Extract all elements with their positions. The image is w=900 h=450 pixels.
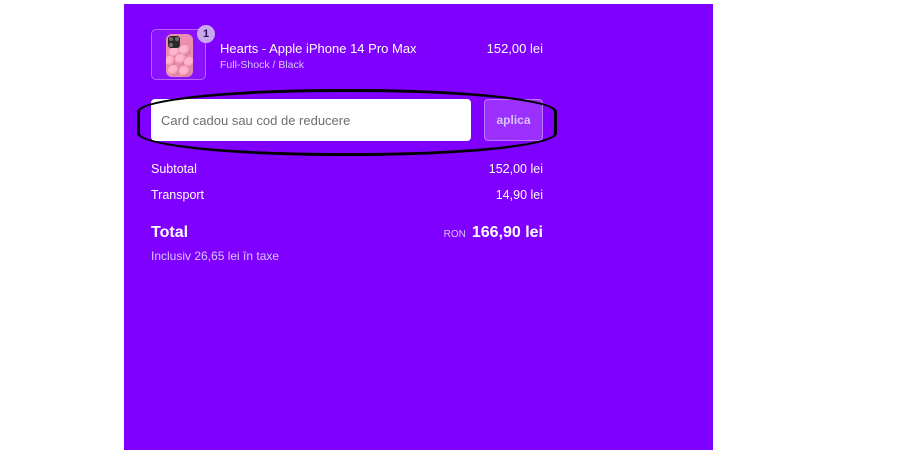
phone-case-hearts-icon bbox=[166, 34, 193, 77]
subtotal-label: Subtotal bbox=[151, 162, 197, 176]
total-currency: RON bbox=[443, 229, 466, 240]
total-amount: RON 166,90 lei bbox=[444, 224, 543, 242]
subtotal-row: Subtotal 152,00 lei bbox=[151, 162, 543, 180]
product-variant: Full-Shock / Black bbox=[220, 59, 305, 71]
apply-discount-button[interactable]: aplica bbox=[484, 99, 543, 141]
total-value: 166,90 lei bbox=[471, 224, 543, 241]
taxes-note: Inclusiv 26,65 lei în taxe bbox=[151, 249, 280, 263]
discount-code-input[interactable] bbox=[151, 99, 471, 141]
camera-icon bbox=[168, 36, 180, 48]
shipping-row: Transport 14,90 lei bbox=[151, 188, 543, 206]
shipping-value: 14,90 lei bbox=[495, 188, 543, 202]
quantity-badge: 1 bbox=[197, 25, 215, 43]
product-price: 152,00 lei bbox=[486, 41, 543, 56]
shipping-label: Transport bbox=[151, 188, 205, 202]
cart-line-item: 1 Hearts - Apple iPhone 14 Pro Max Full-… bbox=[151, 25, 543, 81]
product-title: Hearts - Apple iPhone 14 Pro Max bbox=[220, 41, 417, 56]
product-thumbnail: 1 bbox=[151, 25, 215, 80]
total-label: Total bbox=[151, 224, 189, 241]
order-summary-panel: 1 Hearts - Apple iPhone 14 Pro Max Full-… bbox=[124, 4, 713, 450]
discount-form: aplica bbox=[151, 99, 543, 143]
total-row: Total RON 166,90 lei bbox=[151, 224, 543, 248]
subtotal-value: 152,00 lei bbox=[488, 162, 543, 176]
